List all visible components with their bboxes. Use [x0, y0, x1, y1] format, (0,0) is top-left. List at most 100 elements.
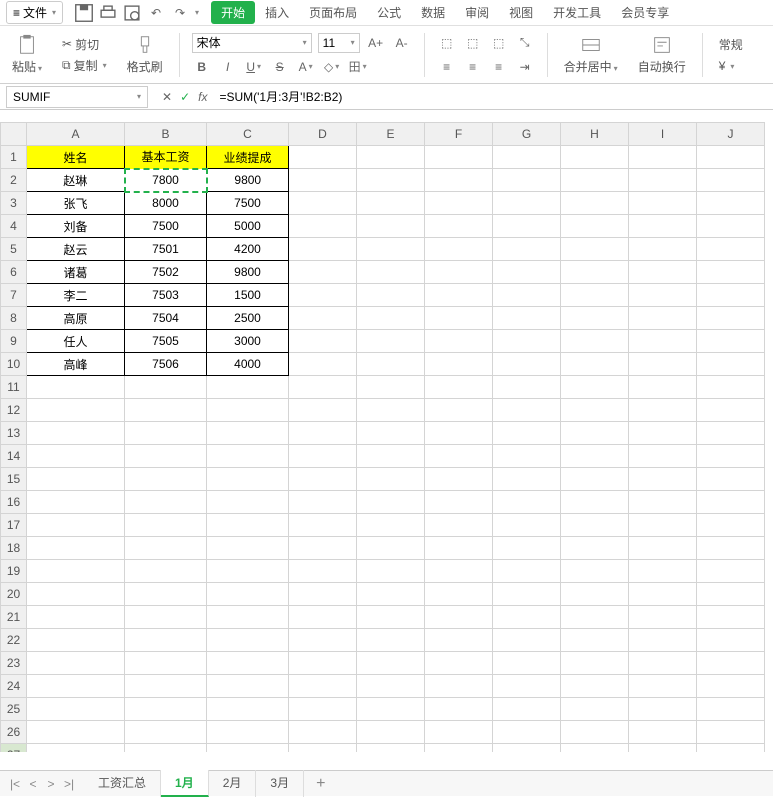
cell-F1[interactable] [425, 146, 493, 169]
prev-sheet-icon[interactable]: < [26, 777, 40, 791]
redo-icon[interactable]: ↷ [169, 3, 191, 23]
cell-B17[interactable] [125, 514, 207, 537]
cell-C25[interactable] [207, 698, 289, 721]
orientation-icon[interactable]: ⤡ [515, 33, 535, 53]
format-painter-button[interactable]: 格式刷 [123, 32, 167, 77]
cell-F19[interactable] [425, 560, 493, 583]
cell-I15[interactable] [629, 468, 697, 491]
cell-F22[interactable] [425, 629, 493, 652]
cell-C3[interactable]: 7500 [207, 192, 289, 215]
cell-B6[interactable]: 7502 [125, 261, 207, 284]
cell-J8[interactable] [697, 307, 765, 330]
cell-D3[interactable] [289, 192, 357, 215]
cell-A14[interactable] [27, 445, 125, 468]
cell-H1[interactable] [561, 146, 629, 169]
cell-F5[interactable] [425, 238, 493, 261]
name-box[interactable]: SUMIF ▾ [6, 86, 148, 108]
cell-G6[interactable] [493, 261, 561, 284]
cell-J7[interactable] [697, 284, 765, 307]
cell-F9[interactable] [425, 330, 493, 353]
row-header-18[interactable]: 18 [1, 537, 27, 560]
col-header-H[interactable]: H [561, 123, 629, 146]
cell-B18[interactable] [125, 537, 207, 560]
cell-F26[interactable] [425, 721, 493, 744]
align-middle-icon[interactable]: ⬚ [463, 33, 483, 53]
cell-B26[interactable] [125, 721, 207, 744]
cell-C5[interactable]: 4200 [207, 238, 289, 261]
cell-I23[interactable] [629, 652, 697, 675]
cell-B15[interactable] [125, 468, 207, 491]
cell-D8[interactable] [289, 307, 357, 330]
ribbon-tab-3[interactable]: 公式 [367, 1, 411, 24]
cell-B1[interactable]: 基本工资 [125, 146, 207, 169]
cell-B12[interactable] [125, 399, 207, 422]
cell-G25[interactable] [493, 698, 561, 721]
cell-G9[interactable] [493, 330, 561, 353]
cell-G1[interactable] [493, 146, 561, 169]
copy-button[interactable]: ⧉复制▾ [58, 56, 111, 75]
ribbon-tab-0[interactable]: 开始 [211, 1, 255, 24]
cell-F12[interactable] [425, 399, 493, 422]
cell-G4[interactable] [493, 215, 561, 238]
row-header-7[interactable]: 7 [1, 284, 27, 307]
cell-D6[interactable] [289, 261, 357, 284]
row-header-5[interactable]: 5 [1, 238, 27, 261]
cell-A20[interactable] [27, 583, 125, 606]
cell-A24[interactable] [27, 675, 125, 698]
row-header-8[interactable]: 8 [1, 307, 27, 330]
row-header-24[interactable]: 24 [1, 675, 27, 698]
cell-E3[interactable] [357, 192, 425, 215]
row-header-19[interactable]: 19 [1, 560, 27, 583]
cell-B7[interactable]: 7503 [125, 284, 207, 307]
cell-G27[interactable] [493, 744, 561, 753]
cell-C22[interactable] [207, 629, 289, 652]
cell-F27[interactable] [425, 744, 493, 753]
cell-H22[interactable] [561, 629, 629, 652]
cell-H5[interactable] [561, 238, 629, 261]
cell-G13[interactable] [493, 422, 561, 445]
cell-F7[interactable] [425, 284, 493, 307]
cell-G26[interactable] [493, 721, 561, 744]
cell-I24[interactable] [629, 675, 697, 698]
cell-J25[interactable] [697, 698, 765, 721]
cell-B19[interactable] [125, 560, 207, 583]
col-header-J[interactable]: J [697, 123, 765, 146]
cell-B4[interactable]: 7500 [125, 215, 207, 238]
ribbon-tab-6[interactable]: 视图 [499, 1, 543, 24]
cell-I20[interactable] [629, 583, 697, 606]
cell-H21[interactable] [561, 606, 629, 629]
cell-H11[interactable] [561, 376, 629, 399]
cell-A12[interactable] [27, 399, 125, 422]
cell-A1[interactable]: 姓名 [27, 146, 125, 169]
cell-D16[interactable] [289, 491, 357, 514]
cell-E22[interactable] [357, 629, 425, 652]
row-header-25[interactable]: 25 [1, 698, 27, 721]
cell-B25[interactable] [125, 698, 207, 721]
cell-E13[interactable] [357, 422, 425, 445]
cell-G7[interactable] [493, 284, 561, 307]
wrap-text-button[interactable]: 自动换行 [634, 32, 690, 77]
cell-A25[interactable] [27, 698, 125, 721]
cell-I19[interactable] [629, 560, 697, 583]
add-sheet-button[interactable]: + [304, 775, 337, 793]
row-header-3[interactable]: 3 [1, 192, 27, 215]
cell-D19[interactable] [289, 560, 357, 583]
col-header-A[interactable]: A [27, 123, 125, 146]
cell-E5[interactable] [357, 238, 425, 261]
cell-B24[interactable] [125, 675, 207, 698]
cell-H7[interactable] [561, 284, 629, 307]
cell-G12[interactable] [493, 399, 561, 422]
cell-F14[interactable] [425, 445, 493, 468]
ribbon-tab-4[interactable]: 数据 [411, 1, 455, 24]
cell-C15[interactable] [207, 468, 289, 491]
row-header-17[interactable]: 17 [1, 514, 27, 537]
cell-F16[interactable] [425, 491, 493, 514]
cell-B14[interactable] [125, 445, 207, 468]
last-sheet-icon[interactable]: >| [62, 777, 76, 791]
cell-H14[interactable] [561, 445, 629, 468]
sheet-tab-3月[interactable]: 3月 [256, 770, 304, 797]
fx-icon[interactable]: fx [198, 90, 207, 104]
cell-B16[interactable] [125, 491, 207, 514]
row-header-10[interactable]: 10 [1, 353, 27, 376]
cell-H2[interactable] [561, 169, 629, 192]
